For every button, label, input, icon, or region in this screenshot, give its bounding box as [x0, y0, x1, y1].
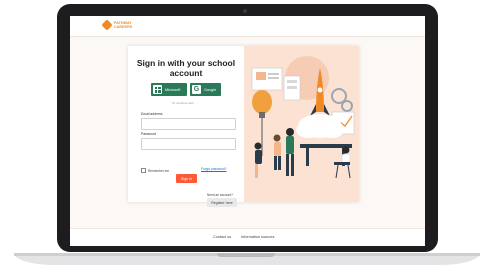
- login-form: Sign in with your school account Microso…: [128, 46, 243, 207]
- need-account-text: Need an account?: [207, 193, 233, 197]
- microsoft-label: Microsoft: [165, 87, 181, 92]
- information-sources-link[interactable]: Information sources: [241, 235, 274, 239]
- logo-icon: [101, 19, 113, 31]
- illustration-art: [251, 56, 355, 179]
- logo-text: PATHWAY CAREERS: [114, 21, 133, 29]
- camera-icon: [243, 9, 247, 13]
- google-icon: G: [192, 85, 201, 94]
- email-label: Email address: [141, 112, 163, 116]
- remember-checkbox[interactable]: [141, 168, 146, 173]
- top-bar: PATHWAY CAREERS: [70, 16, 425, 37]
- rocket-illustration: [244, 46, 359, 202]
- page-title: Sign in with your school account: [136, 58, 236, 78]
- password-label: Password: [141, 132, 156, 136]
- google-sso-button[interactable]: G Google: [190, 83, 221, 96]
- microsoft-icon: [153, 85, 162, 94]
- login-card: Sign in with your school account Microso…: [128, 46, 359, 207]
- remember-me[interactable]: Remember me: [141, 168, 169, 173]
- footer: Contact us Information sources: [70, 228, 425, 246]
- divider-text: Or continue with: [172, 101, 194, 105]
- password-field[interactable]: [141, 138, 236, 150]
- brand-logo[interactable]: PATHWAY CAREERS: [101, 19, 133, 31]
- browser-screen: PATHWAY CAREERS Sign in with your school…: [70, 16, 425, 246]
- contact-us-link[interactable]: Contact us: [213, 235, 231, 239]
- email-field[interactable]: [141, 118, 236, 130]
- forgot-password-link[interactable]: Forgot password?: [201, 167, 227, 171]
- remember-label: Remember me: [148, 168, 170, 173]
- sign-in-button[interactable]: Sign in: [176, 174, 197, 183]
- laptop-notch: [217, 253, 275, 257]
- microsoft-sso-button[interactable]: Microsoft: [151, 83, 187, 96]
- google-label: Google: [204, 87, 217, 92]
- register-button[interactable]: Register here: [207, 198, 237, 207]
